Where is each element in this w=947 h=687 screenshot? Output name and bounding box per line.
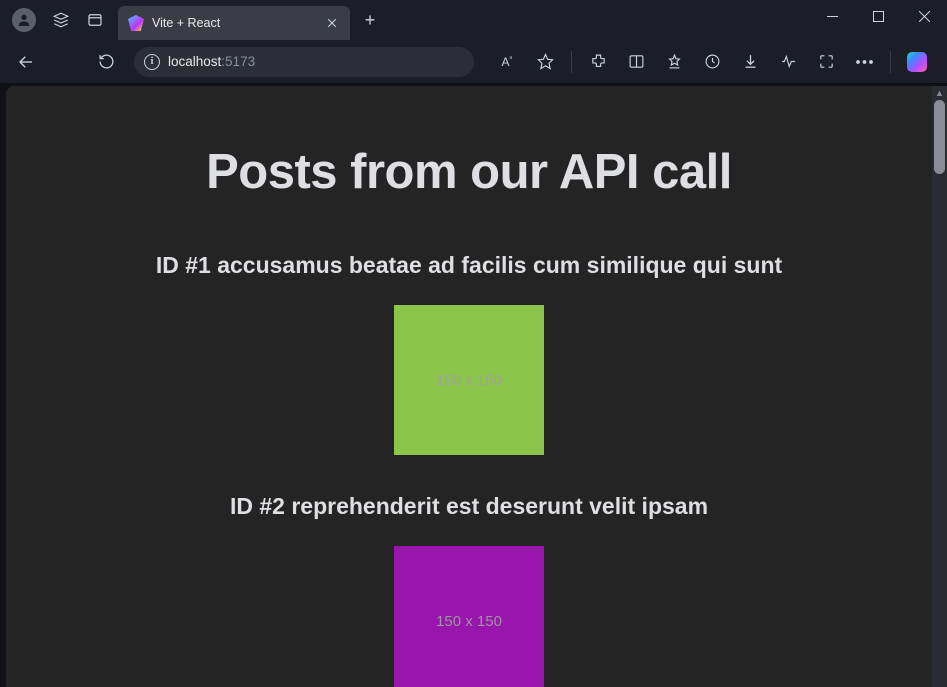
new-tab-button[interactable]: +	[356, 6, 384, 34]
url-host: localhost	[168, 54, 221, 69]
toolbar-divider	[890, 51, 891, 73]
post-thumbnail: 150 x 150	[394, 546, 544, 687]
scrollbar-thumb[interactable]	[934, 100, 945, 174]
browser-toolbar: i localhost:5173 Aⁿ	[0, 40, 947, 84]
extensions-icon[interactable]	[580, 46, 616, 78]
browser-tab[interactable]: Vite + React	[118, 6, 350, 40]
vertical-scrollbar[interactable]: ▲	[932, 86, 947, 687]
window-titlebar: Vite + React +	[0, 0, 947, 40]
window-maximize-button[interactable]	[855, 0, 901, 32]
downloads-icon[interactable]	[732, 46, 768, 78]
window-minimize-button[interactable]	[809, 0, 855, 32]
address-bar[interactable]: i localhost:5173	[134, 47, 474, 77]
page-title: Posts from our API call	[6, 144, 932, 200]
toolbar-divider	[571, 51, 572, 73]
workspaces-icon[interactable]	[52, 11, 70, 29]
post-heading: ID #2 reprehenderit est deserunt velit i…	[6, 493, 932, 520]
tab-actions-icon[interactable]	[86, 11, 104, 29]
back-button[interactable]	[8, 46, 44, 78]
post-thumbnail: 150 x 150	[394, 305, 544, 455]
forward-button[interactable]	[48, 46, 84, 78]
history-icon[interactable]	[694, 46, 730, 78]
post-heading: ID #1 accusamus beatae ad facilis cum si…	[6, 252, 932, 279]
copilot-icon[interactable]	[899, 46, 935, 78]
menu-icon[interactable]	[846, 46, 882, 78]
url-port: :5173	[221, 54, 255, 69]
window-close-button[interactable]	[901, 0, 947, 32]
scroll-up-arrow[interactable]: ▲	[932, 86, 947, 100]
tab-close-button[interactable]	[324, 15, 340, 31]
performance-icon[interactable]	[770, 46, 806, 78]
screenshot-icon[interactable]	[808, 46, 844, 78]
favorite-icon[interactable]	[527, 46, 563, 78]
page-viewport: Posts from our API call ID #1 accusamus …	[6, 86, 932, 687]
profile-avatar[interactable]	[12, 8, 36, 32]
read-aloud-icon[interactable]: Aⁿ	[489, 46, 525, 78]
favorites-bar-icon[interactable]	[656, 46, 692, 78]
site-info-icon[interactable]: i	[144, 54, 160, 70]
tab-title: Vite + React	[152, 16, 316, 30]
vite-favicon	[128, 15, 144, 31]
refresh-button[interactable]	[88, 46, 124, 78]
split-screen-icon[interactable]	[618, 46, 654, 78]
